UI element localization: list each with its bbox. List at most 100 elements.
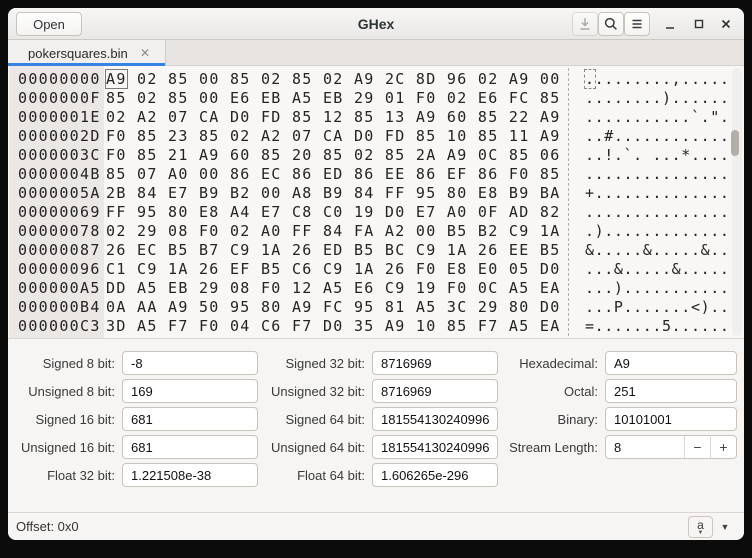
save-icon	[577, 16, 593, 32]
maximize-button[interactable]	[687, 12, 711, 36]
offset-cell: 00000069	[18, 203, 104, 222]
ascii-row[interactable]: ...)...........	[585, 279, 729, 298]
menu-button[interactable]	[624, 12, 650, 36]
stream-length-decrement-button[interactable]: −	[684, 436, 710, 458]
conversion-value: 8	[606, 440, 684, 455]
chevron-down-icon: ▼	[721, 522, 730, 532]
conversion-value-field[interactable]: 8716969	[372, 379, 498, 403]
offset-status: Offset: 0x0	[16, 519, 79, 534]
scrollbar-thumb[interactable]	[731, 130, 739, 156]
conversion-value-field[interactable]: 681	[122, 407, 258, 431]
minimize-button[interactable]	[658, 12, 682, 36]
status-bar: Offset: 0x0 a ▼ ▼	[8, 512, 744, 540]
hex-bytes-row[interactable]: A9 02 85 00 85 02 85 02 A9 2C 8D 96 02 A…	[106, 70, 561, 89]
stream-length-increment-button[interactable]: +	[710, 436, 736, 458]
ascii-row[interactable]: .........,.....	[585, 70, 729, 89]
ascii-row[interactable]: ...P.......<)..	[585, 298, 729, 317]
char-down-arrow-icon: ▼	[698, 530, 704, 536]
hex-bytes-row[interactable]: C1 C9 1A 26 EF B5 C6 C9 1A 26 F0 E8 E0 0…	[106, 260, 561, 279]
hex-bytes-row[interactable]: 0A AA A9 50 95 80 A9 FC 95 81 A5 3C 29 8…	[106, 298, 561, 317]
hex-bytes-row[interactable]: 02 29 08 F0 02 A0 FF 84 FA A2 00 B5 B2 C…	[106, 222, 561, 241]
ascii-row[interactable]: =.......5......	[585, 317, 729, 336]
hex-bytes-row[interactable]: 2B 84 E7 B9 B2 00 A8 B9 84 FF 95 80 E8 B…	[106, 184, 561, 203]
conversion-value: 681	[123, 412, 257, 427]
character-table-button[interactable]: a ▼	[688, 516, 713, 538]
conversion-value-field[interactable]: 1.221508e-38	[122, 463, 258, 487]
maximize-icon	[691, 16, 707, 32]
hex-bytes-row[interactable]: FF 95 80 E8 A4 E7 C8 C0 19 D0 E7 A0 0F A…	[106, 203, 561, 222]
hex-cursor[interactable]: A9	[106, 70, 127, 88]
hex-bytes-row[interactable]: 02 A2 07 CA D0 FD 85 12 85 13 A9 60 85 2…	[106, 108, 561, 127]
hex-bytes-row[interactable]: 26 EC B5 B7 C9 1A 26 ED B5 BC C9 1A 26 E…	[106, 241, 561, 260]
ascii-row[interactable]: ...............	[585, 165, 729, 184]
conversion-row: Hexadecimal:A9	[498, 351, 737, 375]
conversion-value-field[interactable]: 10101001	[605, 407, 737, 431]
ascii-row[interactable]: ..!.`. ...*....	[585, 146, 729, 165]
conversion-label: Stream Length:	[498, 440, 605, 455]
conversion-value-field[interactable]: -8	[122, 351, 258, 375]
conversion-label: Signed 8 bit:	[16, 356, 122, 371]
ascii-row[interactable]: ........)......	[585, 89, 729, 108]
conversion-value-field[interactable]: 181554130240996	[372, 407, 498, 431]
conversion-row: Unsigned 8 bit:169	[16, 379, 258, 403]
conversion-row: Octal:251	[498, 379, 737, 403]
offset-cell: 000000A5	[18, 279, 104, 298]
hex-bytes-row[interactable]: DD A5 EB 29 08 F0 12 A5 E6 C9 19 F0 0C A…	[106, 279, 561, 298]
conversion-value: 181554130240996	[373, 440, 497, 455]
offset-column: 000000000000000F0000001E0000002D0000003C…	[9, 66, 104, 338]
save-button[interactable]	[572, 12, 598, 36]
conversion-row: Binary:10101001	[498, 407, 737, 431]
ascii-row[interactable]: .).............	[585, 222, 729, 241]
conversion-value-field[interactable]: A9	[605, 351, 737, 375]
ascii-row[interactable]: &.....&.....&..	[585, 241, 729, 260]
conversions-panel: Signed 8 bit:-8 Unsigned 8 bit:169 Signed …	[8, 338, 744, 512]
scrollbar[interactable]	[732, 68, 742, 336]
offset-cell: 0000003C	[18, 146, 104, 165]
conversion-value-field[interactable]: 169	[122, 379, 258, 403]
ascii-cursor[interactable]: .	[585, 70, 595, 88]
conversion-label: Binary:	[498, 412, 605, 427]
conversion-label: Signed 32 bit:	[266, 356, 372, 371]
minimize-icon	[662, 16, 678, 32]
conversion-value-field[interactable]: 8−+	[605, 435, 737, 459]
menu-icon	[629, 16, 645, 32]
offset-cell: 0000001E	[18, 108, 104, 127]
conversion-value-field[interactable]: 681	[122, 435, 258, 459]
tab-pokersquares[interactable]: pokersquares.bin ✕	[8, 40, 166, 66]
conversion-label: Float 32 bit:	[16, 468, 122, 483]
conversion-value-field[interactable]: 181554130240996	[372, 435, 498, 459]
conversion-label: Octal:	[498, 384, 605, 399]
titlebar: GHex Open	[8, 8, 744, 40]
hex-column[interactable]: A9 02 85 00 85 02 85 02 A9 2C 8D 96 02 A…	[106, 66, 561, 336]
hex-view: 000000000000000F0000001E0000002D0000003C…	[8, 66, 744, 338]
offset-cell: 0000002D	[18, 127, 104, 146]
hex-bytes-row[interactable]: 85 02 85 00 E6 EB A5 EB 29 01 F0 02 E6 F…	[106, 89, 561, 108]
conversion-row: Float 32 bit:1.221508e-38	[16, 463, 258, 487]
ascii-column[interactable]: .........,.............)................…	[585, 66, 729, 336]
ascii-row[interactable]: ...........`.".	[585, 108, 729, 127]
conversion-row: Unsigned 16 bit:681	[16, 435, 258, 459]
ascii-row[interactable]: ..#............	[585, 127, 729, 146]
ascii-row[interactable]: ...&.....&.....	[585, 260, 729, 279]
tab-close-icon[interactable]: ✕	[137, 45, 153, 61]
conversion-value-field[interactable]: 251	[605, 379, 737, 403]
ghex-window: GHex Open	[8, 8, 744, 540]
hex-bytes-row[interactable]: 85 07 A0 00 86 EC 86 ED 86 EE 86 EF 86 F…	[106, 165, 561, 184]
ascii-row[interactable]: +..............	[585, 184, 729, 203]
offset-cell: 00000000	[18, 70, 104, 89]
close-button[interactable]	[714, 12, 738, 36]
ascii-row[interactable]: ...............	[585, 203, 729, 222]
statusbar-dropdown-button[interactable]: ▼	[716, 516, 734, 538]
conversion-value: 181554130240996	[373, 412, 497, 427]
hex-bytes-row[interactable]: F0 85 21 A9 60 85 20 85 02 85 2A A9 0C 8…	[106, 146, 561, 165]
conversion-value: 8716969	[373, 356, 497, 371]
conversion-value-field[interactable]: 8716969	[372, 351, 498, 375]
hex-bytes-row[interactable]: 3D A5 F7 F0 04 C6 F7 D0 35 A9 10 85 F7 A…	[106, 317, 561, 336]
offset-cell: 000000C3	[18, 317, 104, 336]
search-button[interactable]	[598, 12, 624, 36]
hex-bytes-row[interactable]: F0 85 23 85 02 A2 07 CA D0 FD 85 10 85 1…	[106, 127, 561, 146]
tab-label: pokersquares.bin	[28, 46, 128, 61]
conversion-value-field[interactable]: 1.606265e-296	[372, 463, 498, 487]
open-button[interactable]: Open	[16, 12, 82, 36]
close-icon	[718, 16, 734, 32]
